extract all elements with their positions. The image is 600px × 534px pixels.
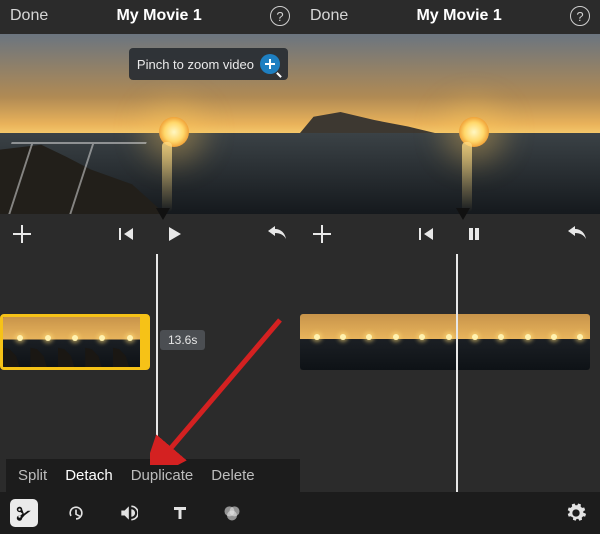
settings-button[interactable] [562,499,590,527]
add-media-button[interactable] [312,224,332,244]
clip-edit-actions: Split Detach Duplicate Delete [6,459,300,492]
video-preview[interactable] [300,34,600,214]
header: Done My Movie 1 ? [0,0,300,34]
add-media-button[interactable] [12,224,32,244]
undo-button[interactable] [568,224,588,244]
bottom-toolbar [0,492,300,534]
done-button[interactable]: Done [10,7,48,25]
play-button[interactable] [164,224,184,244]
help-button[interactable]: ? [270,6,290,26]
timeline-controls [300,214,600,254]
editor-panel-left: Done My Movie 1 ? Pinch to zoom video [0,0,300,534]
clip-duration: 13.6s [160,330,205,350]
titles-button[interactable] [166,499,194,527]
speed-button[interactable] [62,499,90,527]
undo-button[interactable] [268,224,288,244]
video-preview[interactable]: Pinch to zoom video [0,34,300,214]
duplicate-button[interactable]: Duplicate [131,467,194,484]
volume-button[interactable] [114,499,142,527]
skip-back-button[interactable] [416,224,436,244]
selected-clip[interactable] [0,314,150,370]
clip[interactable] [300,314,590,370]
bottom-toolbar [300,492,600,534]
playhead-marker-icon [456,208,470,220]
project-title: My Movie 1 [116,7,201,25]
filters-button[interactable] [218,499,246,527]
detach-button[interactable]: Detach [65,467,113,484]
help-button[interactable]: ? [570,6,590,26]
scissors-button[interactable] [10,499,38,527]
header: Done My Movie 1 ? [300,0,600,34]
timeline-controls [0,214,300,254]
done-button[interactable]: Done [310,7,348,25]
project-title: My Movie 1 [416,7,501,25]
editor-panel-right: Done My Movie 1 ? [300,0,600,534]
split-button[interactable]: Split [18,467,47,484]
skip-back-button[interactable] [116,224,136,244]
playhead-marker-icon [156,208,170,220]
zoom-tooltip: Pinch to zoom video [129,48,288,80]
zoom-in-icon [260,54,280,74]
pause-button[interactable] [464,224,484,244]
delete-button[interactable]: Delete [211,467,254,484]
tooltip-label: Pinch to zoom video [137,57,254,72]
